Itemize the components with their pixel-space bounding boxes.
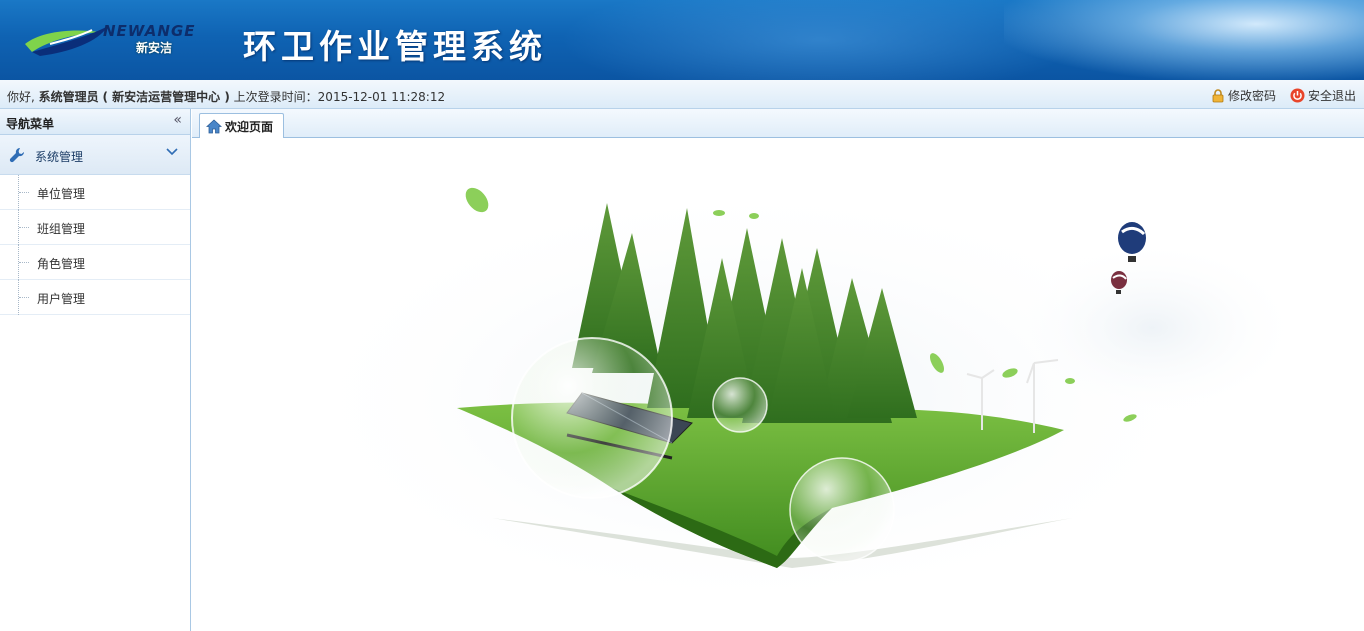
last-login-time: 2015-12-01 11:28:12: [317, 90, 446, 104]
last-login-label: 上次登录时间：: [233, 90, 318, 104]
chevron-down-icon[interactable]: [166, 147, 178, 157]
user-actions: 修改密码 安全退出: [1211, 87, 1356, 104]
sidebar-title: 导航菜单: [6, 117, 55, 131]
sidebar-item-label: 用户管理: [37, 292, 86, 306]
change-password-link[interactable]: 修改密码: [1211, 87, 1276, 104]
menu-group-label: 系统管理: [35, 150, 84, 164]
sidebar-item-label: 班组管理: [37, 222, 86, 236]
user-info-bar: 你好, 系统管理员 ( 新安洁运营管理中心 ) 上次登录时间：2015-12-0…: [0, 80, 1364, 109]
power-icon: [1290, 88, 1305, 103]
tree-branch: [19, 192, 29, 193]
bubble: [789, 457, 895, 563]
sidebar-item-unit-management[interactable]: 单位管理: [0, 175, 190, 210]
tree-branch: [19, 297, 29, 298]
eco-landscape-illustration: [282, 178, 1302, 618]
app-header: NEWANGE 新安洁 环卫作业管理系统: [0, 0, 1364, 80]
logo-text: NEWANGE: [103, 22, 196, 40]
logout-link[interactable]: 安全退出: [1290, 87, 1356, 104]
tab-bar: 欢迎页面: [192, 109, 1364, 139]
greeting-prefix: 你好,: [7, 90, 35, 104]
sidebar-item-label: 角色管理: [37, 257, 86, 271]
change-password-label: 修改密码: [1227, 89, 1276, 103]
logo-subtext: 新安洁: [136, 41, 173, 55]
bubble: [511, 337, 673, 499]
collapse-sidebar-icon[interactable]: «: [173, 112, 182, 128]
nav-sidebar: 导航菜单 « 系统管理 单位管理 班组管理 角色管理 用户管理: [0, 109, 191, 631]
globe-graphic: [1004, 0, 1364, 80]
welcome-text: 你好, 系统管理员 ( 新安洁运营管理中心 ) 上次登录时间：2015-12-0…: [7, 88, 445, 105]
background-cloud: [1002, 238, 1302, 418]
org-name: ( 新安洁运营管理中心 ): [102, 90, 230, 104]
wrench-icon: [9, 147, 25, 163]
lock-icon: [1212, 88, 1224, 102]
tree-branch: [19, 262, 29, 263]
sidebar-item-label: 单位管理: [37, 187, 86, 201]
bubble: [712, 377, 768, 433]
tab-label: 欢迎页面: [225, 120, 274, 134]
header-glow: [560, 0, 1080, 80]
user-name: 系统管理员: [38, 90, 99, 104]
menu-group-system-management[interactable]: 系统管理: [0, 135, 190, 175]
logout-label: 安全退出: [1307, 89, 1356, 103]
sidebar-item-team-management[interactable]: 班组管理: [0, 210, 190, 245]
home-icon: [206, 119, 222, 134]
sidebar-item-user-management[interactable]: 用户管理: [0, 280, 190, 315]
welcome-page: [192, 138, 1364, 631]
sidebar-header: 导航菜单 «: [0, 109, 190, 135]
tab-welcome[interactable]: 欢迎页面: [199, 113, 284, 139]
app-title: 环卫作业管理系统: [243, 27, 547, 66]
tree-branch: [19, 227, 29, 228]
sidebar-item-role-management[interactable]: 角色管理: [0, 245, 190, 280]
